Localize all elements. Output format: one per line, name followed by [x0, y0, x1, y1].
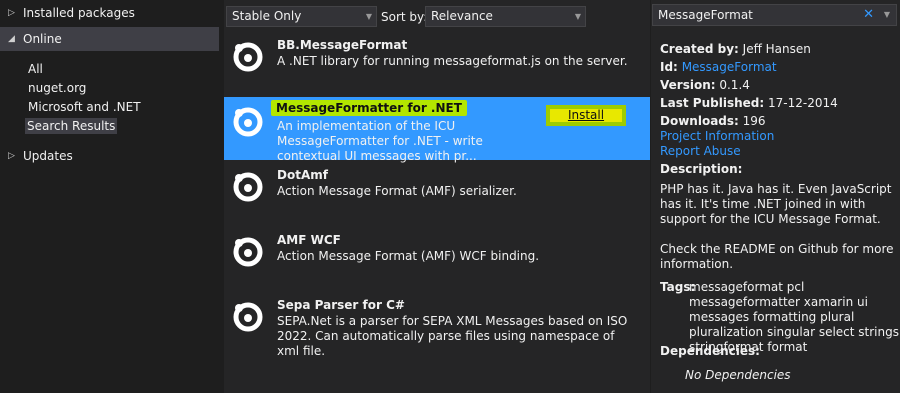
sidebar-item-label: Online	[23, 32, 62, 46]
package-icon	[233, 237, 263, 267]
chevron-down-icon: ▼	[574, 12, 581, 21]
downloads-value: 196	[742, 114, 766, 128]
package-description: Action Message Format (AMF) serializer.	[277, 184, 517, 198]
sort-value: Relevance	[431, 9, 493, 23]
package-item[interactable]: DotAmf Action Message Format (AMF) seria…	[224, 162, 650, 225]
report-abuse-link[interactable]: Report Abuse	[660, 144, 741, 158]
project-information-link[interactable]: Project Information	[660, 129, 774, 143]
created-by-value: Jeff Hansen	[742, 42, 811, 56]
install-button[interactable]: Install	[546, 105, 626, 126]
id-label: Id:	[660, 60, 678, 74]
description-row: Description:	[660, 162, 742, 176]
filter-dropdown[interactable]: Stable Only ▼	[226, 6, 377, 27]
description-label: Description:	[660, 162, 743, 176]
package-title: BB.MessageFormat	[277, 38, 408, 52]
sidebar-item-label: Updates	[23, 149, 73, 163]
sort-dropdown[interactable]: Relevance ▼	[425, 6, 586, 27]
created-by-row: Created by: Jeff Hansen	[660, 42, 811, 56]
package-item-selected[interactable]: MessageFormatter for .NET An implementat…	[224, 97, 650, 163]
search-input[interactable]: MessageFormat ✕ ▼	[652, 4, 897, 26]
chevron-down-icon[interactable]: ▼	[884, 5, 890, 25]
last-published-value: 17-12-2014	[768, 96, 838, 110]
package-description: A .NET library for running messageformat…	[277, 54, 628, 68]
chevron-down-icon: ▼	[365, 12, 372, 21]
version-label: Version:	[660, 78, 716, 92]
sort-label: Sort by:	[381, 10, 428, 24]
sidebar-item-installed[interactable]: ▷ Installed packages	[0, 1, 219, 25]
package-icon	[233, 42, 263, 72]
last-published-label: Last Published:	[660, 96, 765, 110]
package-description: SEPA.Net is a parser for SEPA XML Messag…	[277, 314, 628, 358]
sidebar-item-search-results[interactable]: Search Results	[25, 118, 118, 134]
package-description: Action Message Format (AMF) WCF binding.	[277, 249, 540, 263]
description-text: PHP has it. Java has it. Even JavaScript…	[660, 182, 892, 226]
package-icon	[233, 107, 263, 137]
sidebar-item-label: Installed packages	[23, 6, 135, 20]
sidebar-item-updates[interactable]: ▷ Updates	[0, 144, 219, 168]
downloads-row: Downloads: 196	[660, 114, 766, 128]
sidebar-item-online[interactable]: ◢ Online	[0, 27, 219, 51]
id-row: Id: MessageFormat	[660, 60, 777, 74]
downloads-label: Downloads:	[660, 114, 739, 128]
package-item[interactable]: AMF WCF Action Message Format (AMF) WCF …	[224, 227, 650, 290]
expand-arrow-icon[interactable]: ▷	[8, 151, 20, 161]
sidebar-item-all[interactable]: All	[27, 61, 44, 77]
dependencies-label: Dependencies:	[660, 344, 760, 358]
clear-icon[interactable]: ✕	[863, 5, 874, 25]
search-value: MessageFormat	[658, 8, 753, 22]
package-list-panel: Stable Only ▼ Sort by: Relevance ▼ BB.Me…	[224, 0, 650, 393]
package-item[interactable]: BB.MessageFormat A .NET library for runn…	[224, 32, 650, 95]
expand-arrow-icon[interactable]: ▷	[8, 8, 20, 18]
package-title: Sepa Parser for C#	[277, 298, 405, 312]
collapse-arrow-icon[interactable]: ◢	[8, 34, 20, 44]
dependencies-value: No Dependencies	[685, 368, 791, 382]
id-link[interactable]: MessageFormat	[682, 60, 777, 74]
dependencies-row: Dependencies:	[660, 344, 760, 358]
package-item[interactable]: Sepa Parser for C# SEPA.Net is a parser …	[224, 292, 650, 362]
sidebar-item-microsoft[interactable]: Microsoft and .NET	[27, 99, 142, 115]
description-text-readme: Check the README on Github for more info…	[660, 242, 894, 271]
details-panel: MessageFormat ✕ ▼ Created by: Jeff Hanse…	[651, 0, 900, 393]
created-by-label: Created by:	[660, 42, 739, 56]
last-published-row: Last Published: 17-12-2014	[660, 96, 838, 110]
filter-value: Stable Only	[232, 9, 302, 23]
package-title: MessageFormatter for .NET	[271, 100, 467, 116]
sidebar-item-nuget[interactable]: nuget.org	[27, 80, 87, 96]
version-row: Version: 0.1.4	[660, 78, 750, 92]
package-description: An implementation of the ICU MessageForm…	[277, 119, 483, 163]
package-icon	[233, 302, 263, 332]
sidebar: ▷ Installed packages ◢ Online All nuget.…	[0, 0, 221, 393]
package-icon	[233, 172, 263, 202]
version-value: 0.1.4	[719, 78, 750, 92]
package-title: AMF WCF	[277, 233, 341, 247]
package-title: DotAmf	[277, 168, 328, 182]
